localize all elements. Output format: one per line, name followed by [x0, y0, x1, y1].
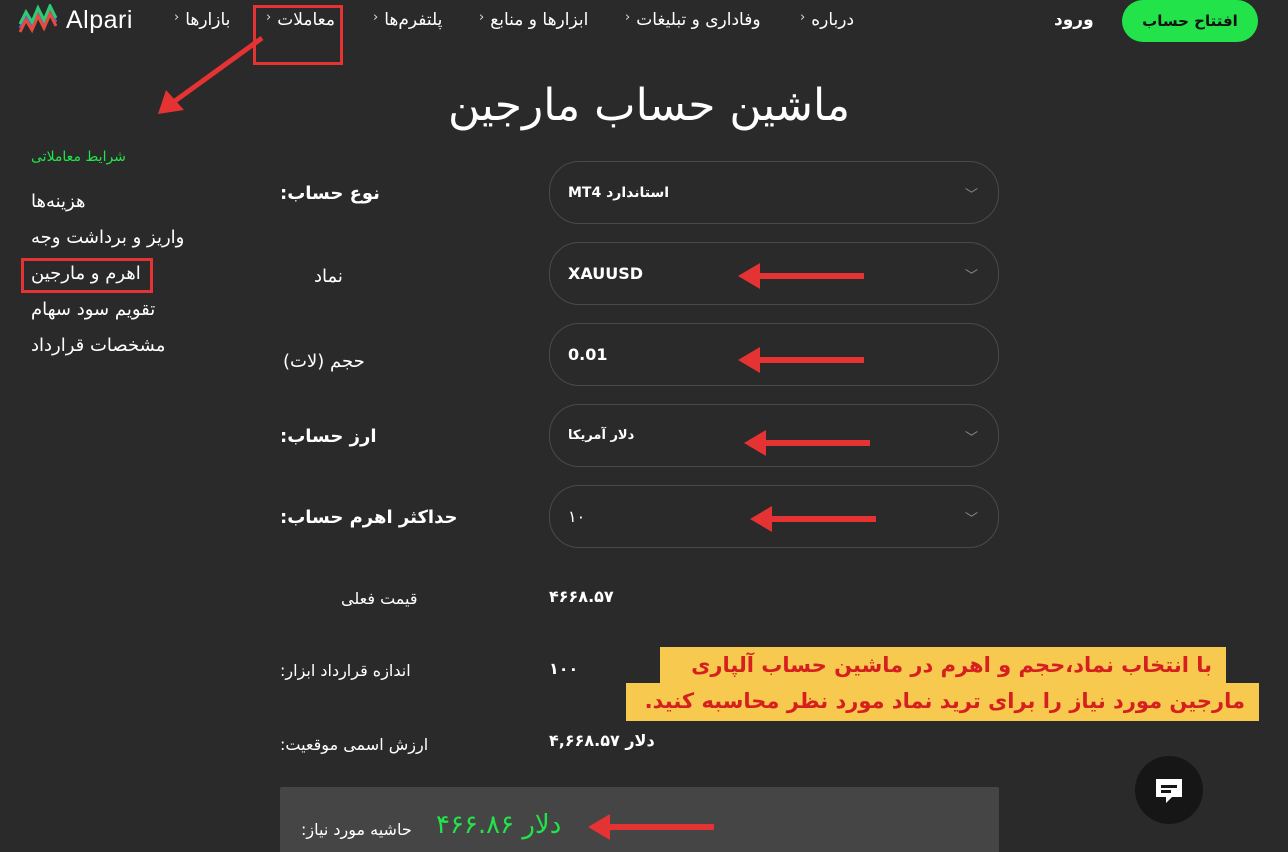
arrow-icon — [588, 814, 714, 840]
contract-size-value: ۱۰۰ — [549, 659, 579, 678]
chevron-icon: ‹ — [479, 10, 485, 25]
arrow-icon — [158, 35, 264, 114]
sidebar-item-deposit-withdraw[interactable]: واریز و برداشت وجه — [31, 226, 184, 262]
account-type-value: MT4 استاندارد — [568, 184, 670, 201]
current-price-label: قیمت فعلی — [341, 589, 418, 608]
nav-loyalty[interactable]: وفاداری و تبلیغات ‹ — [625, 10, 761, 30]
arrow-icon — [744, 430, 870, 456]
notional-label: ارزش اسمی موقعیت: — [280, 735, 429, 754]
nav-markets-label: بازارها — [185, 10, 231, 30]
current-price-value: ۴۶۶۸.۵۷ — [549, 587, 614, 606]
sidebar-heading[interactable]: شرایط معاملاتی — [31, 149, 126, 165]
chevron-icon: ‹ — [625, 10, 631, 25]
chat-icon — [1156, 779, 1182, 803]
contract-size-label: اندازه قرارداد ابزار: — [280, 661, 411, 680]
arrow-icon — [750, 506, 876, 532]
login-link[interactable]: ورود — [1054, 10, 1094, 30]
symbol-label: نماد — [314, 266, 343, 287]
max-leverage-label: حداکثر اهرم حساب: — [280, 507, 458, 528]
currency-value: دلار آمریکا — [568, 428, 635, 443]
currency-label: ارز حساب: — [280, 426, 377, 447]
arrow-icon — [738, 263, 864, 289]
symbol-value: XAUUSD — [568, 264, 644, 283]
notional-value: دلار ۴,۶۶۸.۵۷ — [549, 731, 655, 750]
nav-platforms[interactable]: پلتفرم‌ها ‹ — [373, 10, 442, 30]
chat-button[interactable] — [1135, 756, 1203, 824]
chevron-down-icon: ﹀ — [964, 188, 978, 203]
annotation-line1: با انتخاب نماد،حجم و اهرم در ماشین حساب … — [660, 647, 1226, 685]
nav-loyalty-label: وفاداری و تبلیغات — [636, 10, 761, 30]
chevron-icon: ‹ — [373, 10, 379, 25]
required-margin-label: حاشیه مورد نیاز: — [301, 820, 412, 839]
volume-value: 0.01 — [568, 345, 608, 364]
highlight-sidebar-leverage — [21, 258, 153, 293]
volume-label: حجم (لات) — [283, 351, 365, 372]
max-leverage-value: ۱۰ — [568, 507, 586, 526]
sidebar-item-dividend-calendar[interactable]: تقویم سود سهام — [31, 298, 184, 334]
required-margin-value: دلار ۴۶۶.۸۶ — [436, 810, 562, 840]
chevron-down-icon: ﹀ — [964, 512, 978, 527]
nav-markets[interactable]: بازارها ‹ — [174, 10, 230, 30]
annotation-line2: مارجین مورد نیاز را برای ترید نماد مورد … — [626, 683, 1259, 721]
nav-tools[interactable]: ابزارها و منابع ‹ — [479, 10, 588, 30]
open-account-button[interactable]: افتتاح حساب — [1122, 0, 1258, 42]
chevron-down-icon: ﹀ — [964, 431, 978, 446]
nav-platforms-label: پلتفرم‌ها — [384, 10, 443, 30]
account-type-select[interactable]: MT4 استاندارد ﹀ — [549, 161, 999, 224]
chevron-icon: ‹ — [174, 10, 180, 25]
sidebar-item-contract-specs[interactable]: مشخصات قرارداد — [31, 334, 184, 370]
nav-about[interactable]: درباره ‹ — [800, 10, 854, 30]
arrow-icon — [738, 347, 864, 373]
nav-tools-label: ابزارها و منابع — [490, 10, 589, 30]
chevron-icon: ‹ — [800, 10, 806, 25]
sidebar-item-fees[interactable]: هزینه‌ها — [31, 190, 184, 226]
chevron-down-icon: ﹀ — [964, 269, 978, 284]
nav-about-label: درباره — [811, 10, 855, 30]
account-type-label: نوع حساب: — [280, 183, 380, 204]
